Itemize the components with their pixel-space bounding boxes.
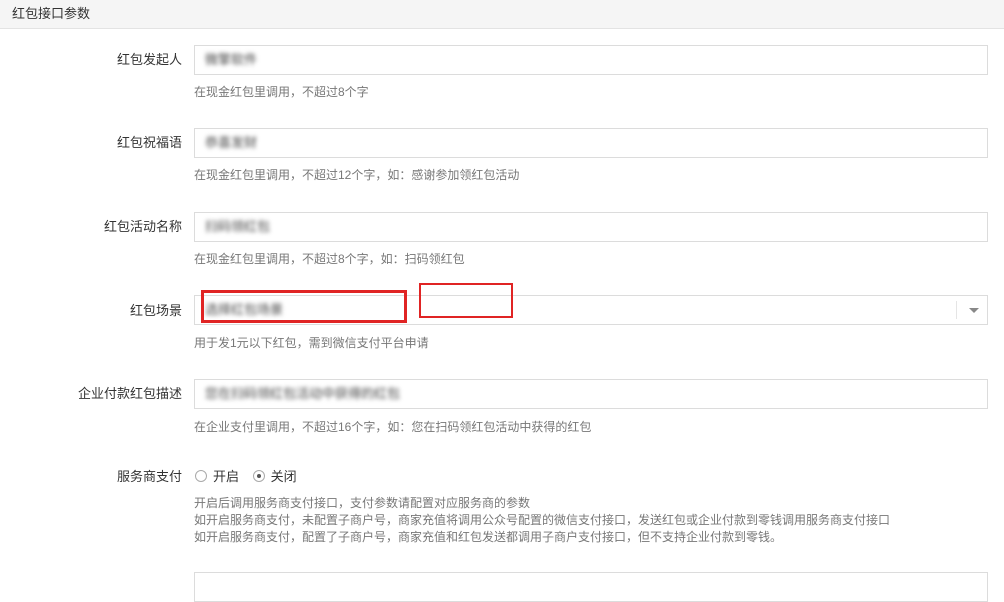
sender-input[interactable]: 微擎软件 bbox=[194, 45, 988, 75]
highlight-box-primary bbox=[201, 290, 407, 323]
select-divider bbox=[956, 301, 957, 319]
activity-input[interactable]: 扫码领红包 bbox=[194, 212, 988, 242]
radio-on[interactable] bbox=[195, 470, 207, 482]
service-pay-option-on[interactable]: 开启 bbox=[195, 469, 239, 485]
highlight-box-secondary bbox=[419, 283, 513, 318]
chevron-down-icon[interactable] bbox=[969, 308, 979, 313]
activity-label: 红包活动名称 bbox=[103, 219, 182, 234]
service-pay-radio-group: 开启 关闭 bbox=[195, 469, 307, 485]
panel-header: 红包接口参数 bbox=[0, 0, 1004, 29]
activity-help: 在现金红包里调用，不超过8个字，如：扫码领红包 bbox=[194, 252, 465, 266]
wishing-help: 在现金红包里调用，不超过12个字，如：感谢参加领红包活动 bbox=[194, 168, 520, 182]
radio-off[interactable] bbox=[252, 470, 265, 482]
service-pay-help-1: 开启后调用服务商支付接口，支付参数请配置对应服务商的参数 bbox=[194, 496, 531, 510]
panel-title: 红包接口参数 bbox=[12, 6, 91, 21]
sender-value: 微擎软件 bbox=[205, 52, 258, 67]
option-off-label: 关闭 bbox=[270, 469, 297, 484]
wishing-value: 恭喜发财 bbox=[205, 135, 258, 150]
service-pay-help-3: 如开启服务商支付，配置了子商户号，商家充值和红包发送都调用子商户支付接口，但不支… bbox=[194, 530, 783, 544]
service-pay-option-off[interactable]: 关闭 bbox=[252, 469, 297, 485]
enterprise-desc-label: 企业付款红包描述 bbox=[77, 386, 182, 401]
activity-value: 扫码领红包 bbox=[205, 219, 271, 234]
sender-help: 在现金红包里调用，不超过8个字 bbox=[194, 85, 369, 99]
enterprise-desc-help: 在企业支付里调用，不超过16个字，如：您在扫码领红包活动中获得的红包 bbox=[194, 420, 592, 434]
service-pay-help-2: 如开启服务商支付，未配置子商户号，商家充值将调用公众号配置的微信支付接口，发送红… bbox=[194, 513, 891, 527]
wishing-label: 红包祝福语 bbox=[116, 135, 182, 150]
enterprise-desc-value: 您在扫码领红包活动中获得的红包 bbox=[205, 386, 401, 401]
wishing-input[interactable]: 恭喜发财 bbox=[194, 128, 988, 158]
service-pay-label: 服务商支付 bbox=[116, 469, 182, 484]
scene-help: 用于发1元以下红包，需到微信支付平台申请 bbox=[194, 336, 429, 350]
scene-label: 红包场景 bbox=[129, 303, 182, 318]
enterprise-desc-input[interactable]: 您在扫码领红包活动中获得的红包 bbox=[194, 379, 988, 409]
sender-label: 红包发起人 bbox=[116, 52, 182, 67]
option-on-label: 开启 bbox=[213, 469, 240, 484]
